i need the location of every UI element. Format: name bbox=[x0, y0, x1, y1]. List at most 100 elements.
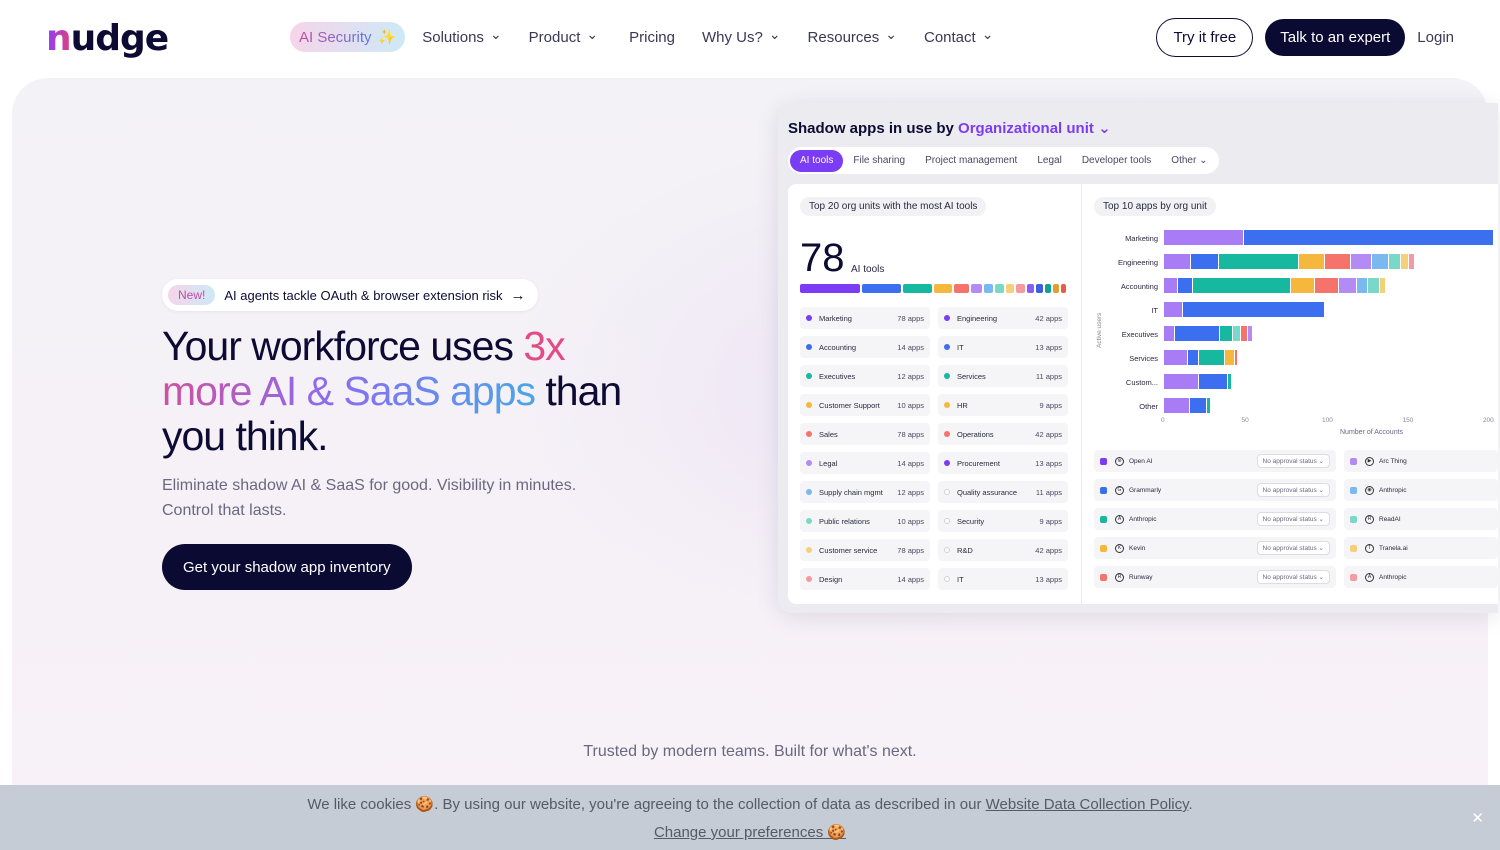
app-name: Anthropic bbox=[1129, 515, 1157, 523]
app-row[interactable]: A Anthropic bbox=[1344, 566, 1498, 588]
tab-developer-tools[interactable]: Developer tools bbox=[1072, 150, 1161, 172]
org-unit-row[interactable]: IT 13 apps bbox=[938, 568, 1068, 590]
try-free-button[interactable]: Try it free bbox=[1156, 18, 1254, 57]
org-unit-row[interactable]: Marketing 78 apps bbox=[800, 307, 930, 329]
stacked-bar[interactable] bbox=[1164, 374, 1232, 389]
cookie-preferences: Change your preferences 🍪 bbox=[0, 823, 1500, 841]
announcement-pill[interactable]: New! AI agents tackle OAuth & browser ex… bbox=[162, 279, 538, 311]
approval-status-dropdown[interactable]: No approval status ⌄ bbox=[1256, 483, 1330, 497]
tab-ai-tools[interactable]: AI tools bbox=[790, 149, 844, 172]
app-row[interactable]: T Tranela.ai bbox=[1344, 537, 1498, 559]
app-row[interactable]: K Kevin No approval status ⌄ bbox=[1094, 537, 1336, 559]
segment bbox=[902, 284, 932, 293]
org-unit-name: HR bbox=[957, 400, 968, 410]
org-unit-row[interactable]: Engineering 42 apps bbox=[938, 307, 1068, 329]
stacked-bar[interactable] bbox=[1164, 278, 1387, 293]
nav-item-product[interactable]: Product ⌄ bbox=[517, 22, 610, 52]
color-dot bbox=[944, 431, 950, 437]
tab-other[interactable]: Other ⌄ bbox=[1161, 150, 1217, 172]
nav-item-pricing[interactable]: Pricing bbox=[617, 22, 687, 52]
org-unit-name: Security bbox=[957, 516, 985, 526]
org-unit-row[interactable]: R&D 42 apps bbox=[938, 539, 1068, 561]
stacked-bar[interactable] bbox=[1164, 302, 1325, 317]
bar-segment bbox=[1228, 374, 1232, 389]
org-unit-row[interactable]: Supply chain mgmt 12 apps bbox=[800, 481, 930, 503]
app-row[interactable]: A Anthropic No approval status ⌄ bbox=[1094, 508, 1336, 530]
talk-to-expert-button[interactable]: Talk to an expert bbox=[1265, 19, 1406, 56]
close-icon[interactable]: ✕ bbox=[1471, 809, 1484, 827]
org-unit-name: Public relations bbox=[819, 516, 870, 526]
bar-segment bbox=[1199, 374, 1229, 389]
org-unit-count: 10 apps bbox=[897, 516, 924, 526]
stacked-bar[interactable] bbox=[1164, 350, 1239, 365]
chevron-down-icon: ⌄ bbox=[768, 25, 781, 42]
bar-label: IT bbox=[1151, 306, 1158, 315]
nav-item-why-us[interactable]: Why Us? ⌄ bbox=[690, 22, 793, 52]
nav-item-label: Contact bbox=[923, 28, 976, 46]
org-unit-row[interactable]: Public relations 10 apps bbox=[800, 510, 930, 532]
org-unit-row[interactable]: Executives 12 apps bbox=[800, 365, 930, 387]
org-unit-row[interactable]: Security 9 apps bbox=[938, 510, 1068, 532]
segment bbox=[1005, 284, 1015, 293]
app-row[interactable]: ▶ Arc Thing bbox=[1344, 450, 1498, 472]
color-dot bbox=[806, 547, 812, 553]
org-unit-dropdown[interactable]: Organizational unit bbox=[958, 120, 1094, 137]
data-policy-link[interactable]: Website Data Collection Policy bbox=[986, 796, 1189, 813]
app-row[interactable]: R ReadAI bbox=[1344, 508, 1498, 530]
org-unit-row[interactable]: Services 11 apps bbox=[938, 365, 1068, 387]
approval-status-dropdown[interactable]: No approval status ⌄ bbox=[1256, 541, 1330, 555]
app-row[interactable]: G Grammarly No approval status ⌄ bbox=[1094, 479, 1336, 501]
chevron-down-icon: ⌄ bbox=[489, 25, 502, 42]
org-unit-row[interactable]: HR 9 apps bbox=[938, 394, 1068, 416]
nav-item-solutions[interactable]: Solutions ⌄ bbox=[410, 22, 513, 52]
bar-segment bbox=[1371, 254, 1390, 269]
nav-item-contact[interactable]: Contact ⌄ bbox=[912, 22, 1005, 52]
app-row[interactable]: ◉ Anthropic bbox=[1344, 479, 1498, 501]
get-inventory-button[interactable]: Get your shadow app inventory bbox=[162, 544, 412, 590]
org-unit-count: 9 apps bbox=[1039, 516, 1062, 526]
segment bbox=[1027, 284, 1034, 293]
app-name: Grammarly bbox=[1129, 486, 1162, 494]
stacked-bar[interactable] bbox=[1164, 254, 1416, 269]
tab-file-sharing[interactable]: File sharing bbox=[843, 150, 915, 172]
bar-segment bbox=[1164, 302, 1184, 317]
stacked-bar[interactable] bbox=[1164, 326, 1253, 341]
approval-status-dropdown[interactable]: No approval status ⌄ bbox=[1256, 512, 1330, 526]
app-row[interactable]: R Runway No approval status ⌄ bbox=[1094, 566, 1336, 588]
org-unit-row[interactable]: Customer Support 10 apps bbox=[800, 394, 930, 416]
org-unit-row[interactable]: Accounting 14 apps bbox=[800, 336, 930, 358]
nav-item-resources[interactable]: Resources ⌄ bbox=[796, 22, 909, 52]
org-unit-count: 42 apps bbox=[1035, 429, 1062, 439]
color-square bbox=[1350, 515, 1357, 523]
org-unit-name: IT bbox=[957, 342, 964, 352]
org-unit-name: Customer service bbox=[819, 545, 878, 555]
bar-segment bbox=[1339, 278, 1358, 293]
bar-segment bbox=[1315, 278, 1340, 293]
org-unit-row[interactable]: IT 13 apps bbox=[938, 336, 1068, 358]
app-name: Tranela.ai bbox=[1379, 544, 1408, 552]
tab-legal[interactable]: Legal bbox=[1027, 150, 1071, 172]
approval-status-dropdown[interactable]: No approval status ⌄ bbox=[1256, 454, 1330, 468]
stacked-bar[interactable] bbox=[1164, 398, 1211, 413]
tab-project-management[interactable]: Project management bbox=[915, 150, 1027, 172]
cookie-banner: We like cookies 🍪. By using our website,… bbox=[0, 785, 1500, 850]
org-unit-row[interactable]: Sales 78 apps bbox=[800, 423, 930, 445]
nav-item-ai-security[interactable]: AI Security ✨ bbox=[290, 22, 406, 52]
segment bbox=[954, 284, 969, 293]
org-unit-row[interactable]: Quality assurance 11 apps bbox=[938, 481, 1068, 503]
org-unit-row[interactable]: Design 14 apps bbox=[800, 568, 930, 590]
bar-segment bbox=[1175, 326, 1221, 341]
login-link[interactable]: Login bbox=[1417, 29, 1454, 46]
org-unit-row[interactable]: Legal 14 apps bbox=[800, 452, 930, 474]
segment bbox=[1044, 284, 1052, 293]
org-unit-row[interactable]: Operations 42 apps bbox=[938, 423, 1068, 445]
org-unit-row[interactable]: Procurement 13 apps bbox=[938, 452, 1068, 474]
app-row[interactable]: ⊛ Open AI No approval status ⌄ bbox=[1094, 450, 1336, 472]
main-menu: AI Security ✨ Solutions ⌄ Product ⌄ Pricing Why… bbox=[290, 22, 1008, 52]
approval-status-dropdown[interactable]: No approval status ⌄ bbox=[1256, 570, 1330, 584]
change-preferences-link[interactable]: Change your preferences 🍪 bbox=[654, 824, 846, 841]
stacked-bar[interactable] bbox=[1164, 230, 1494, 245]
nudge-logo[interactable]: nudge bbox=[46, 18, 169, 59]
nav-item-label: Solutions bbox=[422, 28, 484, 46]
org-unit-row[interactable]: Customer service 78 apps bbox=[800, 539, 930, 561]
